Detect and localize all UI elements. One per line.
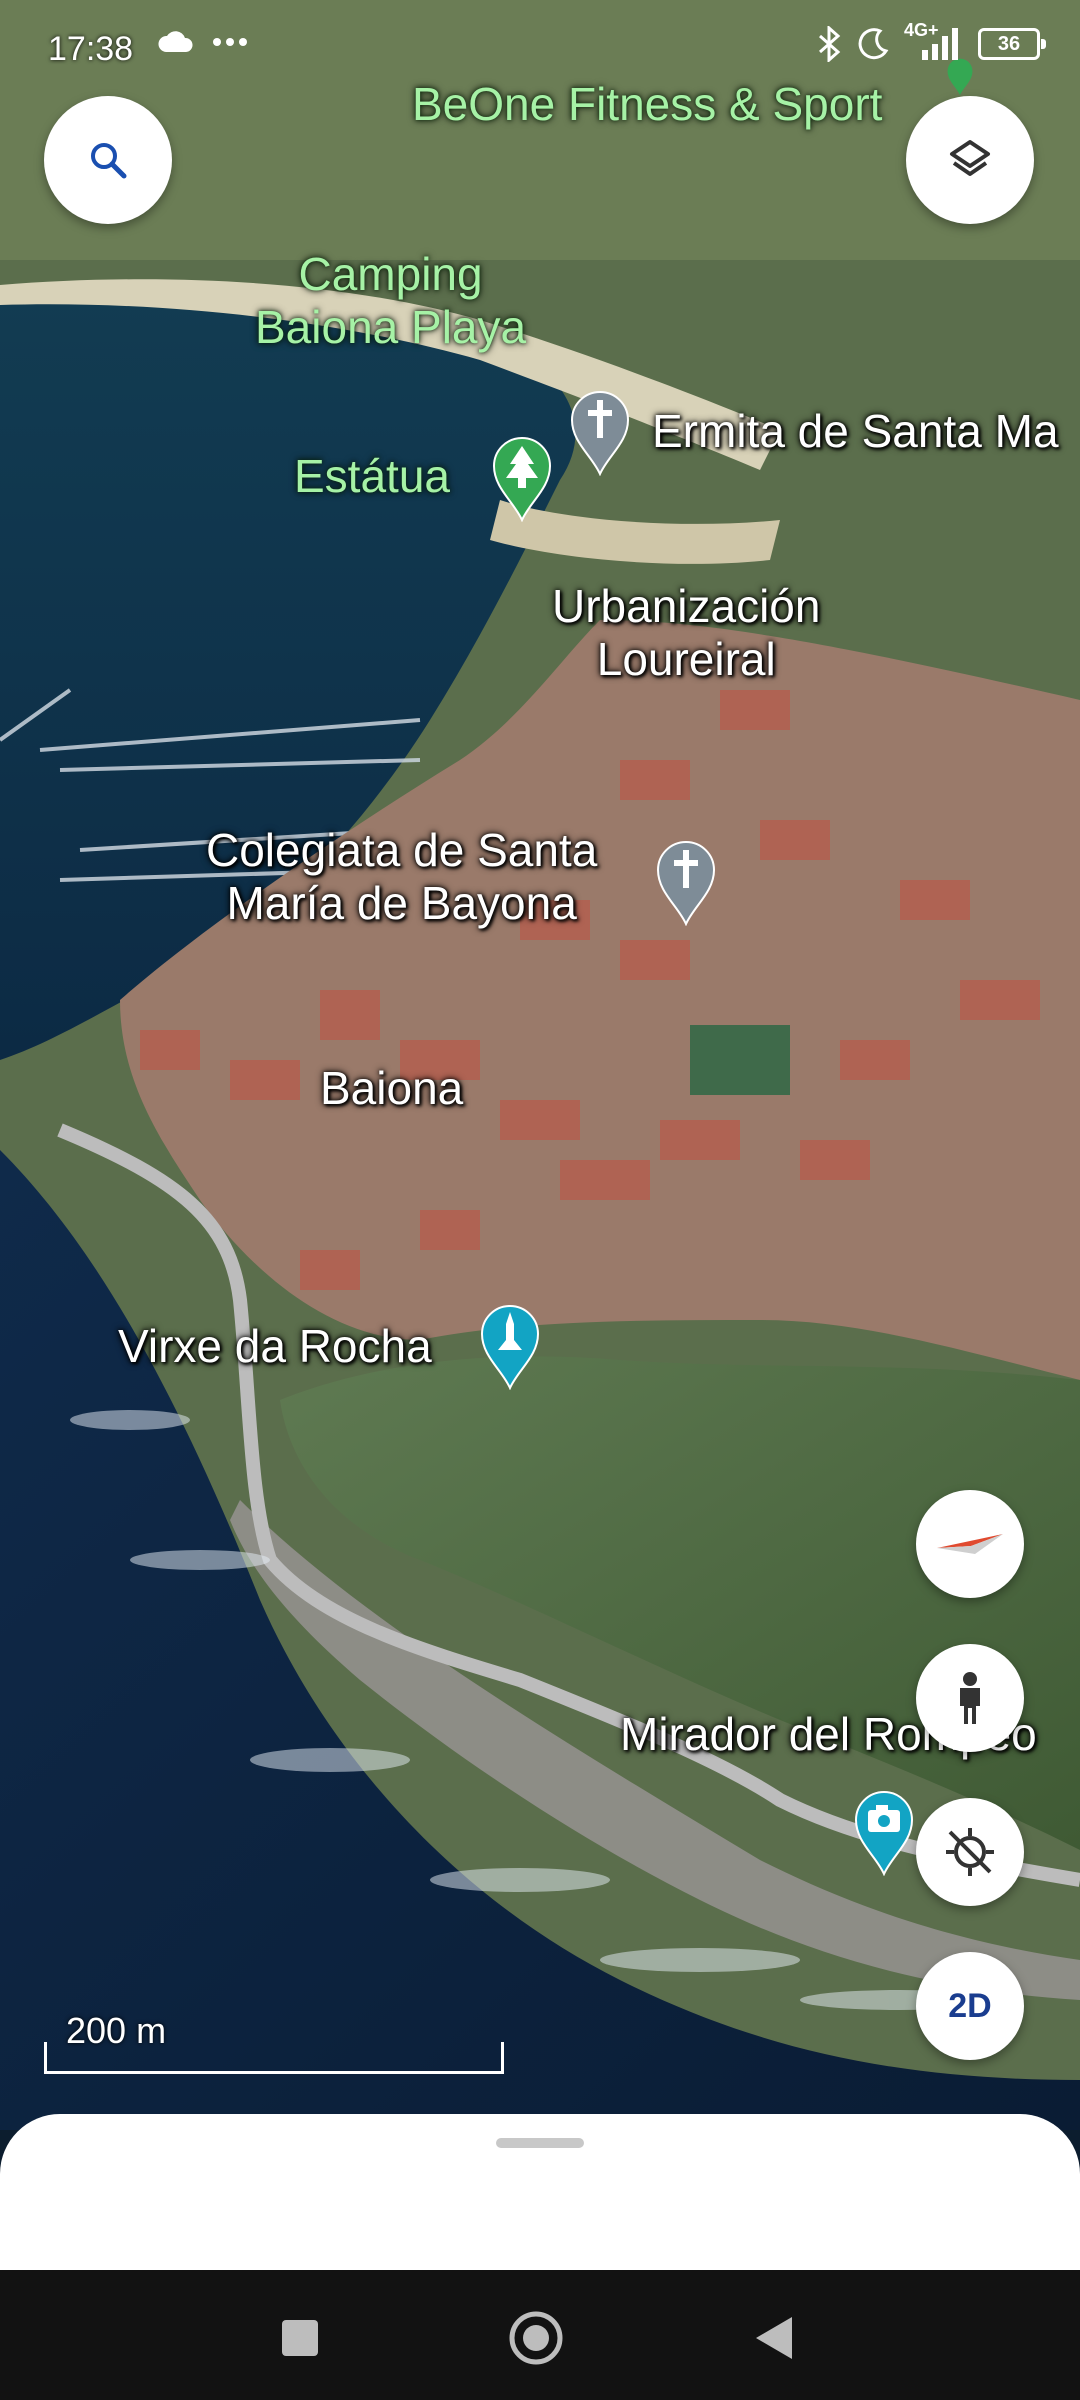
battery-icon: 36 <box>978 28 1046 60</box>
place-label-camping-line1: Camping <box>298 248 483 300</box>
place-label-virxe[interactable]: Virxe da Rocha <box>118 1320 432 1373</box>
bottom-sheet[interactable] <box>0 2114 1080 2270</box>
scale-bar <box>44 2042 504 2074</box>
place-label-camping[interactable]: Camping Baiona Playa <box>255 248 526 354</box>
pegman-icon <box>960 1672 980 1724</box>
battery-level: 36 <box>997 33 1021 55</box>
place-label-camping-line2: Baiona Playa <box>255 300 527 353</box>
place-label-estatua[interactable]: Estátua <box>294 450 450 503</box>
place-label-baiona[interactable]: Baiona <box>320 1062 463 1115</box>
my-location-button[interactable] <box>916 1798 1024 1906</box>
location-disabled-icon <box>946 1828 994 1876</box>
do-not-disturb-moon-icon <box>858 28 889 60</box>
place-label-colegiata[interactable]: Colegiata de Santa María de Bayona <box>206 824 597 930</box>
place-label-colegiata-line2: María de Bayona <box>226 876 577 929</box>
status-time: 17:38 <box>48 30 134 68</box>
place-label-urbanizacion-line2: Loureiral <box>596 632 776 685</box>
more-dots-icon <box>213 38 247 46</box>
church-cross-icon[interactable] <box>654 836 718 926</box>
signal-icon: 4G+ <box>904 20 964 62</box>
layers-button[interactable] <box>906 96 1034 224</box>
place-label-urbanizacion[interactable]: Urbanización Loureiral <box>552 580 820 686</box>
navigation-bar <box>0 2270 1080 2400</box>
search-icon <box>91 143 127 179</box>
home-circle-icon <box>509 2311 563 2365</box>
map-view[interactable]: BeOne Fitness & Sport Camping Baiona Pla… <box>0 0 1080 2130</box>
park-tree-icon[interactable] <box>490 432 554 522</box>
cloud-icon <box>158 31 193 52</box>
place-label-ermita[interactable]: Ermita de Santa Ma <box>652 405 1059 458</box>
layers-icon <box>950 140 990 176</box>
place-label-colegiata-line1: Colegiata de Santa <box>206 824 598 876</box>
place-label-urbanizacion-line1: Urbanización <box>552 580 821 632</box>
recents-button[interactable] <box>270 2308 330 2368</box>
compass-icon <box>937 1534 1003 1554</box>
street-view-button[interactable] <box>916 1644 1024 1752</box>
recents-square-icon <box>282 2320 318 2356</box>
compass-button[interactable] <box>916 1490 1024 1598</box>
back-triangle-icon <box>756 2317 792 2359</box>
back-button[interactable] <box>744 2308 804 2368</box>
search-button[interactable] <box>44 96 172 224</box>
toggle-2d-button[interactable]: 2D <box>916 1952 1024 2060</box>
sheet-drag-handle[interactable] <box>496 2138 584 2148</box>
map-scale: 200 m <box>44 2010 504 2074</box>
satellite-imagery <box>0 0 1080 2130</box>
monument-icon[interactable] <box>478 1300 542 1390</box>
status-bar: 17:38 4G+ 36 <box>0 0 1080 100</box>
bluetooth-icon <box>819 26 841 62</box>
church-cross-icon[interactable] <box>568 386 632 476</box>
home-button[interactable] <box>506 2308 566 2368</box>
camera-viewpoint-icon[interactable] <box>852 1786 916 1876</box>
